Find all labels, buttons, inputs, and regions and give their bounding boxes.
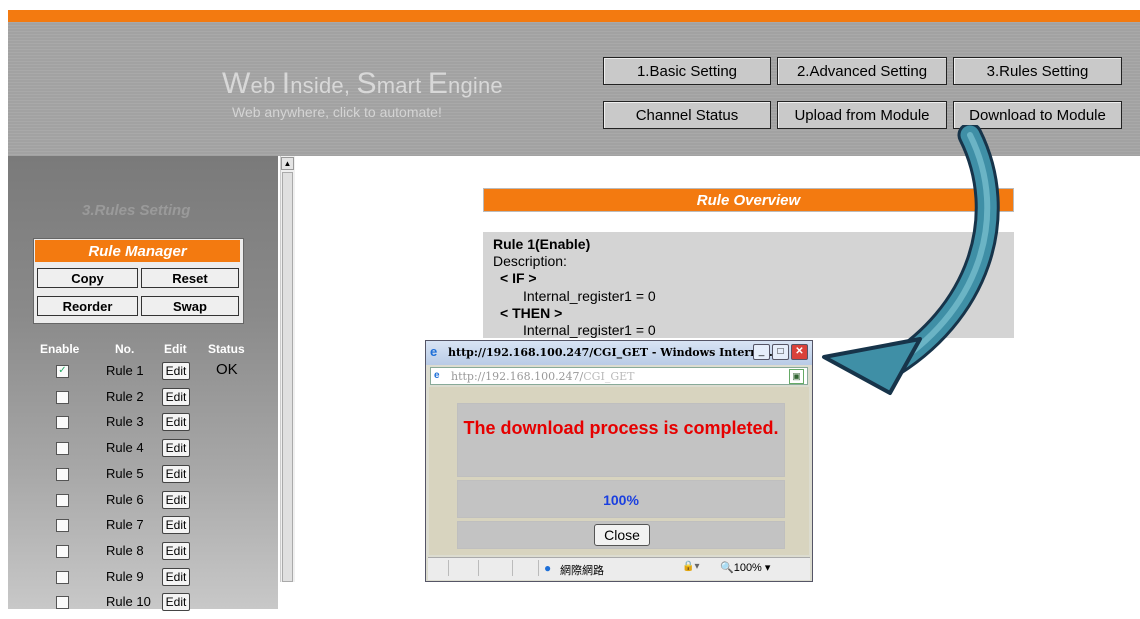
- rule-manager-title: Rule Manager: [35, 240, 240, 262]
- if-condition: Internal_register1 = 0: [523, 288, 656, 304]
- edit-button[interactable]: Edit: [162, 516, 190, 535]
- rule-label: Rule 1: [106, 363, 144, 378]
- close-box: Close: [457, 521, 785, 549]
- if-label: < IF >: [500, 270, 537, 286]
- scroll-thumb[interactable]: [282, 172, 293, 582]
- rule-label: Rule 7: [106, 517, 144, 533]
- popup-statusbar: ● 網際網路 🔒▾ 🔍100% ▾: [428, 557, 810, 580]
- message-box: The download process is completed.: [457, 403, 785, 477]
- enable-checkbox[interactable]: [56, 570, 69, 584]
- column-enable: Enable: [40, 342, 80, 356]
- popup-titlebar: e http://192.168.100.247/CGI_GET - Windo…: [426, 341, 812, 365]
- top-strip: [0, 0, 1140, 10]
- status-divider: [448, 560, 449, 576]
- security-icon[interactable]: 🔒▾: [682, 561, 699, 572]
- rule-label: Rule 4: [106, 440, 144, 456]
- column-status: Status: [208, 342, 245, 356]
- edit-button[interactable]: Edit: [162, 362, 190, 380]
- rule-row: Rule 7 Edit: [0, 516, 270, 542]
- rule-label: Rule 10: [106, 594, 151, 610]
- sidebar-section-title: 3.Rules Setting: [82, 202, 191, 219]
- close-button[interactable]: Close: [594, 524, 650, 546]
- enable-checkbox[interactable]: [56, 493, 69, 507]
- enable-checkbox[interactable]: ✓: [56, 365, 69, 378]
- basic-setting-button[interactable]: 1.Basic Setting: [603, 57, 771, 85]
- download-complete-popup: e http://192.168.100.247/CGI_GET - Windo…: [425, 340, 813, 582]
- then-action: Internal_register1 = 0: [523, 322, 656, 338]
- enable-checkbox[interactable]: [56, 544, 69, 558]
- zoom-control[interactable]: 🔍100% ▾: [720, 561, 770, 574]
- orange-top-bar: [8, 10, 1140, 22]
- brand-subtitle: Web anywhere, click to automate!: [232, 104, 442, 120]
- rule-row: Rule 8 Edit: [0, 541, 270, 568]
- edit-button[interactable]: Edit: [162, 567, 190, 586]
- advanced-setting-button[interactable]: 2.Advanced Setting: [777, 57, 947, 85]
- swap-button[interactable]: Swap: [141, 296, 239, 316]
- curved-arrow-icon: [822, 125, 1000, 395]
- scroll-up-arrow-icon[interactable]: ▲: [281, 157, 294, 170]
- rules-setting-button[interactable]: 3.Rules Setting: [953, 57, 1122, 85]
- zoom-icon: 🔍: [720, 562, 734, 574]
- description-label: Description:: [493, 253, 567, 269]
- rule-label: Rule 9: [106, 568, 144, 584]
- rule-row: Rule 3 Edit: [0, 413, 270, 439]
- column-edit: Edit: [164, 342, 187, 356]
- zone-label: 網際網路: [560, 565, 604, 577]
- reorder-button[interactable]: Reorder: [37, 296, 138, 316]
- progress-percent: 100%: [603, 492, 639, 508]
- page-icon: e: [434, 370, 440, 381]
- ie-icon: e: [430, 344, 438, 359]
- copy-button[interactable]: Copy: [37, 268, 138, 288]
- status-divider: [538, 560, 539, 576]
- rule-row: ✓ Rule 1 Edit OK: [0, 361, 270, 388]
- close-icon[interactable]: ✕: [791, 344, 808, 360]
- rule-label: Rule 8: [106, 542, 144, 558]
- globe-icon: ●: [544, 561, 552, 575]
- edit-button[interactable]: Edit: [162, 387, 190, 406]
- progress-box: 100%: [457, 480, 785, 518]
- enable-checkbox[interactable]: [56, 519, 69, 533]
- status-divider: [478, 560, 479, 576]
- column-no: No.: [115, 342, 135, 356]
- popup-address-bar[interactable]: e http://192.168.100.247/CGI_GET ▣: [430, 367, 808, 385]
- popup-url: http://192.168.100.247/CGI_GET: [451, 370, 635, 383]
- rule-row: Rule 10 Edit: [0, 593, 270, 619]
- edit-button[interactable]: Edit: [162, 439, 190, 458]
- rule-row: Rule 5 Edit: [0, 464, 270, 491]
- enable-checkbox[interactable]: [56, 442, 69, 456]
- channel-status-button[interactable]: Channel Status: [603, 101, 771, 129]
- enable-checkbox[interactable]: [56, 467, 69, 481]
- minimize-icon[interactable]: _: [753, 344, 770, 360]
- maximize-icon[interactable]: □: [772, 344, 789, 360]
- rule-label: Rule 3: [106, 414, 144, 430]
- rule-label: Rule 6: [106, 491, 144, 507]
- edit-button[interactable]: Edit: [162, 541, 190, 560]
- reset-button[interactable]: Reset: [141, 268, 239, 288]
- rule-row: Rule 4 Edit: [0, 439, 270, 465]
- edit-button[interactable]: Edit: [162, 413, 190, 432]
- popup-content: The download process is completed. 100% …: [429, 387, 809, 555]
- rule-label: Rule 2: [106, 388, 144, 404]
- rule-status: OK: [216, 361, 238, 378]
- edit-button[interactable]: Edit: [162, 490, 190, 509]
- then-label: < THEN >: [500, 305, 563, 321]
- compat-view-icon[interactable]: ▣: [789, 369, 804, 384]
- edit-button[interactable]: Edit: [162, 464, 190, 483]
- rule-title: Rule 1(Enable): [493, 236, 591, 252]
- rule-label: Rule 5: [106, 465, 144, 481]
- status-divider: [512, 560, 513, 576]
- download-message: The download process is completed.: [463, 418, 779, 438]
- rule-row: Rule 6 Edit: [0, 490, 270, 517]
- rule-row: Rule 2 Edit: [0, 387, 270, 414]
- enable-checkbox[interactable]: [56, 416, 69, 430]
- popup-title: http://192.168.100.247/CGI_GET - Windows…: [448, 346, 777, 359]
- enable-checkbox[interactable]: [56, 596, 69, 610]
- enable-checkbox[interactable]: [56, 390, 69, 404]
- rule-row: Rule 9 Edit: [0, 567, 270, 594]
- brand-title: Web Inside, Smart Engine: [222, 67, 503, 100]
